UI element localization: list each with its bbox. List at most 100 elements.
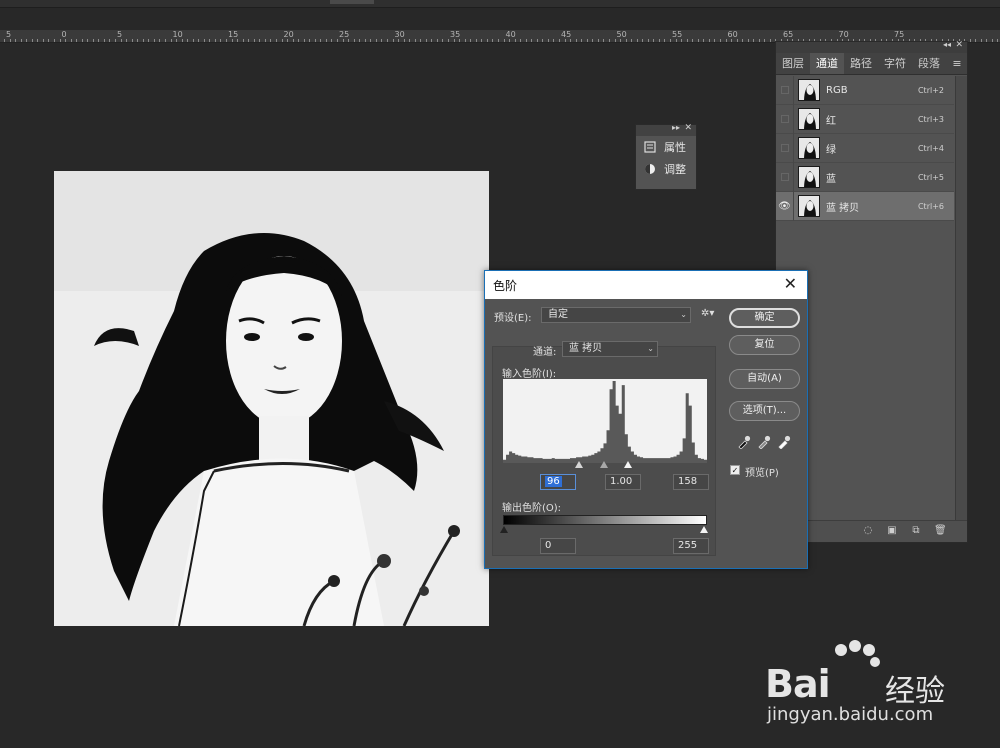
white-eyedropper-icon[interactable] [777,435,791,449]
gray-eyedropper-icon[interactable] [757,435,771,449]
ruler-tick [281,39,283,42]
channel-row[interactable]: 蓝 Ctrl+5 [776,162,954,192]
channel-row[interactable]: 红 Ctrl+3 [776,104,954,134]
ruler-tick [159,39,161,42]
preset-options-icon[interactable]: ✲▾ [701,308,714,319]
reset-button[interactable]: 复位 [729,335,800,355]
auto-button[interactable]: 自动(A) [729,369,800,389]
ruler-tick [570,39,572,42]
tab-channels[interactable]: 通道 [810,53,844,74]
output-white-slider[interactable] [700,526,708,533]
ruler-tick [59,39,61,42]
ruler-tick [209,39,211,42]
ruler-label: 20 [283,30,294,39]
options-button[interactable]: 选项(T)... [729,401,800,421]
ruler-tick [20,39,22,42]
ruler-tick [531,39,533,42]
ruler-tick [148,39,150,42]
ruler-tick [980,39,982,42]
adjustments-button[interactable]: 调整 [636,158,696,180]
ruler-tick [753,39,755,42]
channel-thumbnail [798,137,820,159]
properties-button[interactable]: 属性 [636,136,696,158]
ruler-tick [76,39,78,42]
ruler-label: 25 [339,30,350,39]
delete-channel-icon[interactable]: 🗑 [934,525,947,537]
output-white-field[interactable]: 255 [673,538,709,554]
ruler-tick [109,39,111,42]
ruler-tick [975,39,977,42]
ruler-tick [481,39,483,42]
ruler-tick [520,39,522,42]
ruler-tick [453,39,455,42]
input-gamma-field[interactable]: 1.00 [605,474,641,490]
tab-paths[interactable]: 路径 [844,53,878,74]
close-icon[interactable]: ✕ [684,123,692,133]
visibility-toggle[interactable] [776,133,794,163]
input-black-field[interactable]: 96 [540,474,576,490]
load-selection-icon[interactable]: ◌ [862,525,874,537]
ruler-tick [81,39,83,42]
ruler-label: 0 [61,30,67,39]
input-white-slider[interactable] [624,461,632,468]
tab-layers[interactable]: 图层 [776,53,810,74]
ruler-label: 5 [117,30,123,39]
ruler-tick [287,39,289,42]
channel-row[interactable]: 绿 Ctrl+4 [776,133,954,163]
output-black-field[interactable]: 0 [540,538,576,554]
document-tab-stub[interactable] [330,0,374,4]
output-black-slider[interactable] [500,526,508,533]
ruler-tick [153,39,155,42]
ruler-label: 55 [672,30,683,39]
ruler-tick [87,39,89,42]
properties-label: 属性 [664,141,686,154]
visibility-toggle[interactable] [776,162,794,192]
ruler-label: 75 [894,30,905,39]
visibility-toggle[interactable] [776,104,794,134]
channel-select[interactable]: 蓝 拷贝 ⌄ [562,341,658,357]
close-icon[interactable]: ✕ [784,274,797,293]
save-selection-icon[interactable]: ▣ [886,525,898,537]
properties-icon [644,141,656,153]
visibility-toggle[interactable] [776,75,794,105]
collapse-icon[interactable]: ◂◂ [943,40,951,49]
new-channel-icon[interactable]: ⧉ [910,525,922,537]
channel-row[interactable]: RGB Ctrl+2 [776,75,954,105]
channel-row[interactable]: 👁 蓝 拷贝 Ctrl+6 [776,191,954,221]
ruler-tick [37,39,39,42]
ruler-tick [692,39,694,42]
ruler-tick [581,39,583,42]
ruler-tick [126,39,128,42]
collapse-icon[interactable]: ▸▸ [672,123,680,132]
preset-select[interactable]: 自定 ⌄ [541,307,691,323]
ruler-tick [647,39,649,42]
ruler-tick [503,39,505,42]
tab-character[interactable]: 字符 [878,53,912,74]
ruler-tick [370,39,372,42]
ruler-tick [359,39,361,42]
ruler-tick [242,39,244,42]
ruler-tick [414,39,416,42]
ruler-label: 70 [838,30,849,39]
channel-list-scrollbar[interactable] [955,76,967,520]
image-canvas[interactable] [54,171,489,626]
input-white-field[interactable]: 158 [673,474,709,490]
input-black-slider[interactable] [575,461,583,468]
ruler-tick [42,39,44,42]
panel-menu-icon[interactable]: ≡ [947,53,967,74]
ok-button[interactable]: 确定 [729,308,800,328]
close-icon[interactable]: ✕ [955,40,963,50]
preview-checkbox[interactable]: ✓ [730,465,740,475]
eye-icon[interactable]: 👁 [776,191,794,221]
watermark-url: jingyan.baidu.com [767,704,934,725]
ruler-tick [170,39,172,42]
ruler-tick [15,39,17,42]
black-eyedropper-icon[interactable] [737,435,751,449]
preview-label: 预览(P) [745,468,779,479]
input-gamma-slider[interactable] [600,461,608,468]
tab-paragraph[interactable]: 段落 [912,53,946,74]
ruler-tick [214,39,216,42]
ruler-tick [747,39,749,42]
ruler-tick [564,39,566,42]
watermark-brand: Bai [765,662,831,706]
